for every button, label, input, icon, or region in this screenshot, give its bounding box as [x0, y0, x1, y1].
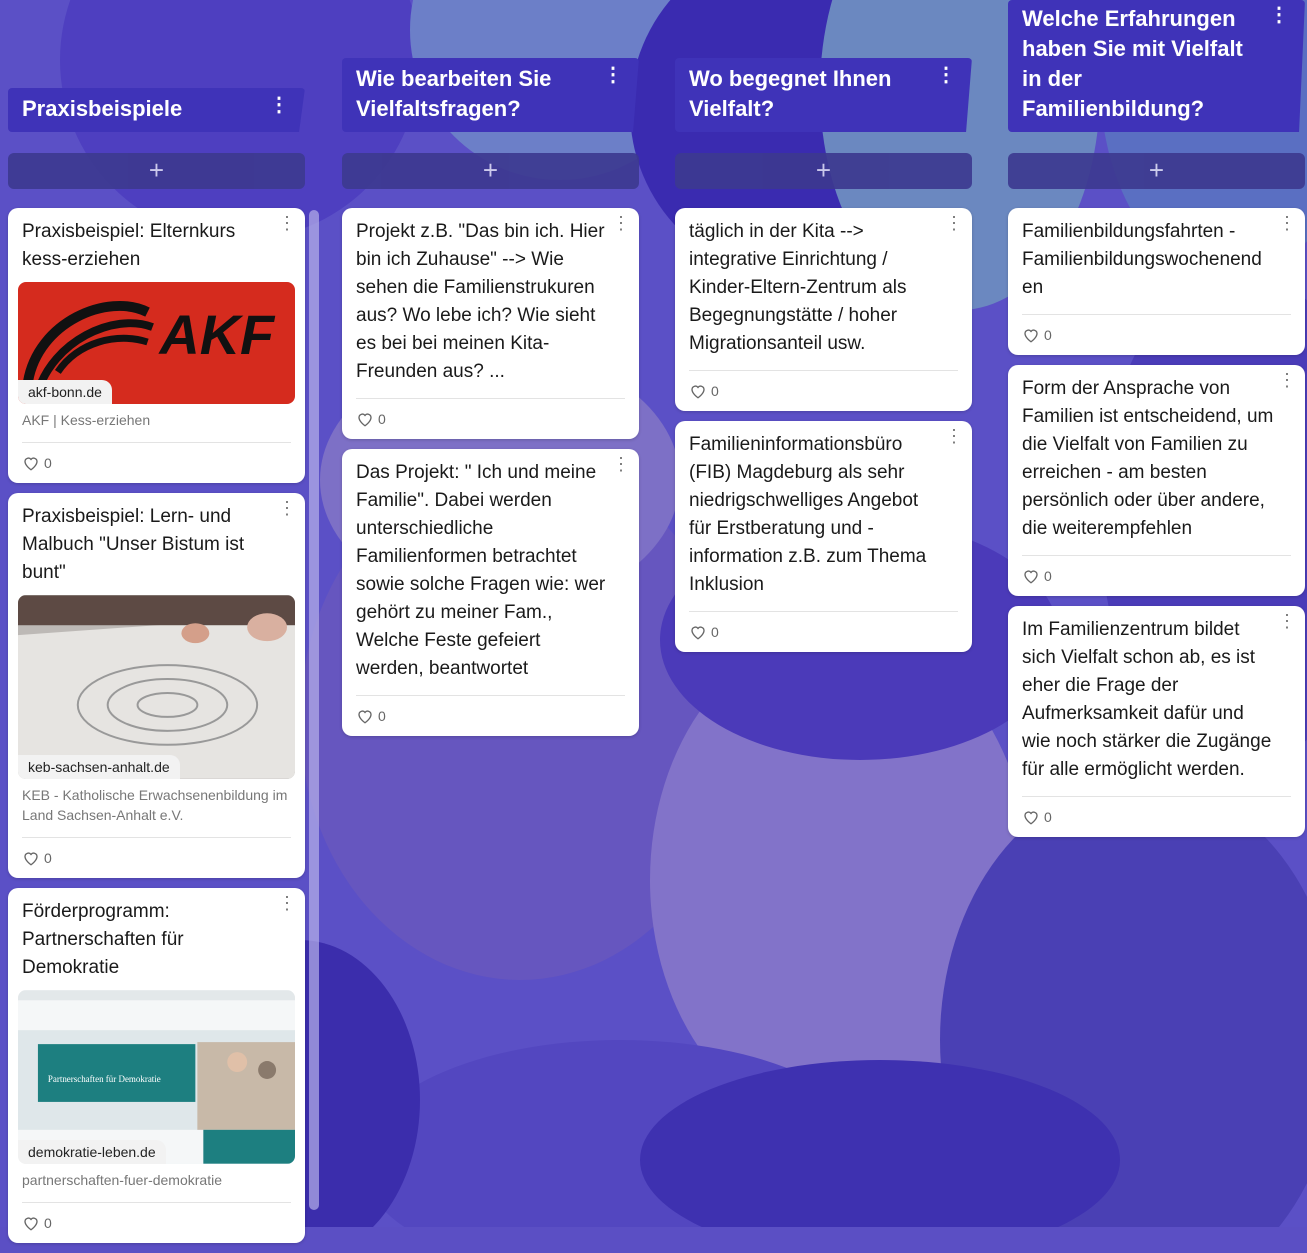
card-menu-icon[interactable]: ⋮: [278, 499, 296, 517]
link-description: AKF | Kess-erziehen: [22, 412, 151, 428]
card-text: Projekt z.B. "Das bin ich. Hier bin ich …: [356, 221, 605, 382]
card-footer: 0: [22, 442, 291, 483]
card[interactable]: Das Projekt: " Ich und meine Familie". D…: [342, 449, 639, 736]
card-text: täglich in der Kita --> integrative Einr…: [689, 221, 907, 354]
like-count: 0: [44, 455, 52, 471]
column-header: Welche Erfahrungen haben Sie mit Vielfal…: [1008, 0, 1305, 132]
photo-drawing-image: [18, 595, 295, 779]
card[interactable]: Projekt z.B. "Das bin ich. Hier bin ich …: [342, 208, 639, 439]
like-count: 0: [711, 383, 719, 399]
heart-icon[interactable]: [689, 382, 707, 400]
card-text: Im Familienzentrum bildet sich Vielfalt …: [1022, 619, 1272, 780]
card-text: Praxisbeispiel: Elternkurs kess-erziehen: [22, 221, 236, 270]
card[interactable]: täglich in der Kita --> integrative Einr…: [675, 208, 972, 411]
heart-icon[interactable]: [1022, 326, 1040, 344]
card-footer: 0: [356, 695, 625, 736]
card-text: Familienbildungsfahrten - Familienbildun…: [1022, 221, 1262, 298]
card-menu-icon[interactable]: ⋮: [945, 214, 963, 232]
column-menu-icon[interactable]: ⋮: [1269, 5, 1289, 25]
link-domain: akf-bonn.de: [18, 380, 112, 404]
card-menu-icon[interactable]: ⋮: [612, 214, 630, 232]
card-footer: 0: [356, 398, 625, 439]
card-footer: 0: [689, 611, 958, 652]
heart-icon[interactable]: [356, 410, 374, 428]
column-menu-icon[interactable]: ⋮: [269, 95, 289, 115]
card-footer: 0: [22, 1202, 291, 1243]
card[interactable]: Praxisbeispiel: Lern- und Malbuch "Unser…: [8, 493, 305, 878]
column-title: Welche Erfahrungen haben Sie mit Vielfal…: [1022, 6, 1243, 121]
heart-icon[interactable]: [356, 707, 374, 725]
like-count: 0: [44, 1215, 52, 1231]
card-menu-icon[interactable]: ⋮: [1278, 612, 1296, 630]
card-menu-icon[interactable]: ⋮: [1278, 214, 1296, 232]
like-count: 0: [1044, 809, 1052, 825]
card[interactable]: Förderprogramm: Partnerschaften für Demo…: [8, 888, 305, 1243]
like-count: 0: [711, 624, 719, 640]
heart-icon[interactable]: [22, 454, 40, 472]
add-card-button[interactable]: +: [342, 153, 639, 189]
column-header: Wie bearbeiten Sie Vielfaltsfragen? ⋮: [342, 58, 639, 132]
like-count: 0: [378, 411, 386, 427]
link-preview-image[interactable]: keb-sachsen-anhalt.de: [18, 595, 295, 779]
column-title: Wo begegnet Ihnen Vielfalt?: [689, 66, 892, 121]
heart-icon[interactable]: [689, 623, 707, 641]
card-menu-icon[interactable]: ⋮: [278, 894, 296, 912]
card-menu-icon[interactable]: ⋮: [1278, 371, 1296, 389]
card-text: Form der Ansprache von Familien ist ents…: [1022, 378, 1274, 539]
like-count: 0: [1044, 327, 1052, 343]
card-menu-icon[interactable]: ⋮: [612, 455, 630, 473]
heart-icon[interactable]: [1022, 567, 1040, 585]
card-footer: 0: [22, 837, 291, 878]
card-menu-icon[interactable]: ⋮: [945, 427, 963, 445]
link-description: partnerschaften-fuer-demokratie: [22, 1172, 222, 1188]
card[interactable]: Praxisbeispiel: Elternkurs kess-erziehen…: [8, 208, 305, 483]
card-footer: 0: [1022, 796, 1291, 837]
column-title: Praxisbeispiele: [22, 96, 183, 121]
card[interactable]: Familieninformationsbüro (FIB) Magdeburg…: [675, 421, 972, 652]
add-card-button[interactable]: +: [675, 153, 972, 189]
card-text: Praxisbeispiel: Lern- und Malbuch "Unser…: [22, 506, 245, 583]
board: Praxisbeispiele ⋮ + Praxisbeispiel: Elte…: [0, 0, 1307, 1243]
like-count: 0: [378, 708, 386, 724]
like-count: 0: [1044, 568, 1052, 584]
like-count: 0: [44, 850, 52, 866]
svg-text:Partnerschaften für Demokratie: Partnerschaften für Demokratie: [48, 1074, 161, 1084]
link-preview-image[interactable]: AKF akf-bonn.de: [18, 282, 295, 404]
add-card-button[interactable]: +: [1008, 153, 1305, 189]
link-domain: keb-sachsen-anhalt.de: [18, 755, 180, 779]
card[interactable]: Im Familienzentrum bildet sich Vielfalt …: [1008, 606, 1305, 837]
card[interactable]: Form der Ansprache von Familien ist ents…: [1008, 365, 1305, 596]
column-header: Praxisbeispiele ⋮: [8, 88, 305, 132]
card[interactable]: Familienbildungsfahrten - Familienbildun…: [1008, 208, 1305, 355]
card-text: Das Projekt: " Ich und meine Familie". D…: [356, 462, 606, 679]
heart-icon[interactable]: [1022, 808, 1040, 826]
add-card-button[interactable]: +: [8, 153, 305, 189]
card-text: Förderprogramm: Partnerschaften für Demo…: [22, 901, 184, 978]
column-menu-icon[interactable]: ⋮: [936, 65, 956, 85]
card-footer: 0: [689, 370, 958, 411]
card-text: Familieninformationsbüro (FIB) Magdeburg…: [689, 434, 927, 595]
website-screenshot-image: Partnerschaften für Demokratie: [18, 990, 295, 1164]
heart-icon[interactable]: [22, 849, 40, 867]
svg-text:AKF: AKF: [157, 303, 276, 366]
card-menu-icon[interactable]: ⋮: [278, 214, 296, 232]
card-footer: 0: [1022, 555, 1291, 596]
column-title: Wie bearbeiten Sie Vielfaltsfragen?: [356, 66, 552, 121]
card-footer: 0: [1022, 314, 1291, 355]
link-preview-image[interactable]: Partnerschaften für Demokratie demokrati…: [18, 990, 295, 1164]
heart-icon[interactable]: [22, 1214, 40, 1232]
column-menu-icon[interactable]: ⋮: [603, 65, 623, 85]
link-domain: demokratie-leben.de: [18, 1140, 166, 1164]
column-header: Wo begegnet Ihnen Vielfalt? ⋮: [675, 58, 972, 132]
link-description: KEB - Katholische Erwachsenenbildung im …: [22, 787, 288, 823]
